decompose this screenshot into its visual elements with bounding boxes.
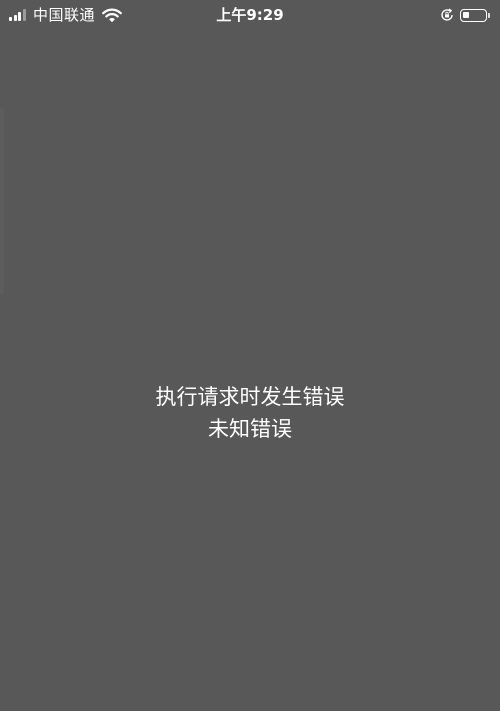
battery-icon	[459, 8, 487, 22]
status-bar-right	[440, 4, 490, 26]
status-bar: 中国联通 上午9:29	[0, 0, 500, 30]
error-detail: 未知错误	[208, 417, 292, 441]
battery-level-fill	[462, 11, 469, 18]
error-title: 执行请求时发生错误	[155, 385, 345, 409]
error-message: 执行请求时发生错误 未知错误	[0, 381, 500, 445]
battery-tip	[488, 12, 490, 18]
orientation-lock-icon	[440, 8, 453, 21]
status-time: 上午9:29	[216, 6, 284, 24]
app-screen: 中国联通 上午9:29 执行请求时发生错误 未知错误	[0, 0, 500, 711]
side-edge-handle[interactable]	[0, 108, 4, 294]
